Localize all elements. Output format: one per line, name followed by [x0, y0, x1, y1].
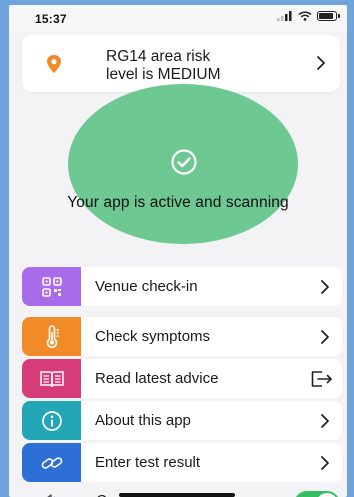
menu-item-label: Check symptoms — [95, 328, 211, 345]
chevron-right-icon — [317, 56, 325, 70]
status-message: Your app is active and scanning — [67, 194, 289, 211]
menu-item-label: Venue check-in — [95, 278, 198, 295]
menu-icon-box — [22, 443, 81, 482]
app-screen: 15:37 RG14 area risk level is MEDIUM You… — [9, 5, 347, 497]
info-icon — [41, 410, 62, 431]
chevron-right-icon — [321, 330, 329, 344]
thermometer-icon — [46, 324, 59, 348]
menu-icon-box — [22, 267, 81, 306]
status-bar: 15:37 — [9, 5, 347, 31]
battery-icon — [317, 11, 340, 21]
menu-item-enter-test-result[interactable]: Enter test result — [22, 443, 342, 482]
menu-item-read-latest-advice[interactable]: Read latest advice — [22, 359, 342, 398]
qr-code-icon — [41, 276, 62, 297]
menu-icon-box — [22, 317, 81, 356]
book-icon — [39, 370, 64, 387]
status-time: 15:37 — [35, 12, 67, 26]
menu-item-venue-check-in[interactable]: Venue check-in — [22, 267, 342, 306]
location-pin-icon — [47, 55, 61, 73]
speaker-icon — [47, 494, 55, 497]
risk-line-1: RG14 area risk — [106, 48, 211, 65]
external-link-icon — [311, 371, 332, 387]
toggle-knob — [316, 493, 338, 497]
menu-item-check-symptoms[interactable]: Check symptoms — [22, 317, 342, 356]
contact-tracing-label: C — [96, 492, 107, 497]
signal-icon — [277, 11, 292, 21]
check-circle-icon — [171, 149, 197, 175]
menu-icon-box — [22, 401, 81, 440]
home-indicator[interactable] — [119, 493, 235, 497]
risk-line-2: level is MEDIUM — [106, 66, 221, 83]
chevron-right-icon — [321, 280, 329, 294]
risk-level-text: RG14 area risk level is MEDIUM — [106, 48, 306, 84]
menu-item-about-this-app[interactable]: About this app — [22, 401, 342, 440]
wifi-icon — [298, 11, 312, 21]
link-icon — [41, 456, 62, 469]
menu-item-label: About this app — [95, 412, 191, 429]
menu-icon-box — [22, 359, 81, 398]
chevron-right-icon — [321, 456, 329, 470]
status-icons — [277, 11, 340, 21]
contact-tracing-toggle[interactable] — [294, 491, 340, 497]
menu-item-label: Read latest advice — [95, 370, 219, 387]
menu-item-label: Enter test result — [95, 454, 201, 471]
chevron-right-icon — [321, 414, 329, 428]
